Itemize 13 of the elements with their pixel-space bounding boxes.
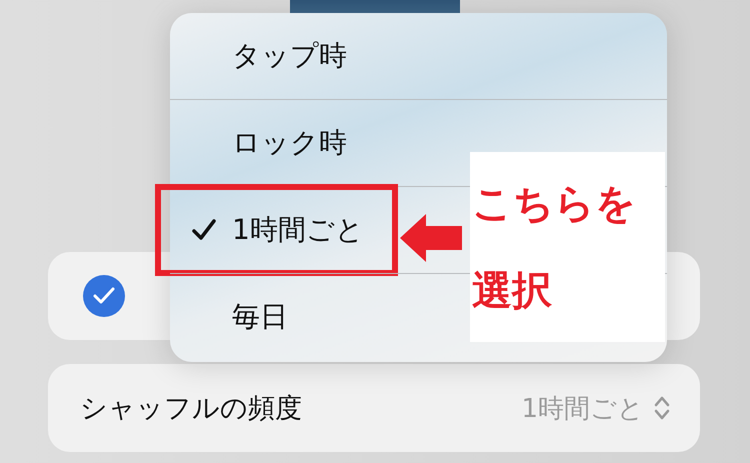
arrow-icon (400, 214, 462, 262)
checkmark-icon (192, 219, 216, 241)
shuffle-frequency-row[interactable]: シャッフルの頻度 1時間ごと (48, 364, 700, 452)
callout-text: 選択 (472, 267, 553, 316)
menu-item[interactable]: ロック時 (170, 103, 390, 183)
callout-text: こちらを (472, 180, 637, 229)
setting-value: 1時間ごと (521, 392, 644, 426)
chevron-updown-icon (654, 395, 670, 421)
checkmark-circle-icon[interactable] (83, 275, 125, 317)
menu-item[interactable]: 毎日 (170, 277, 390, 357)
menu-item[interactable]: タップ時 (170, 16, 390, 96)
menu-item[interactable]: 1時間ごと (170, 190, 390, 270)
setting-label: シャッフルの頻度 (80, 392, 302, 426)
